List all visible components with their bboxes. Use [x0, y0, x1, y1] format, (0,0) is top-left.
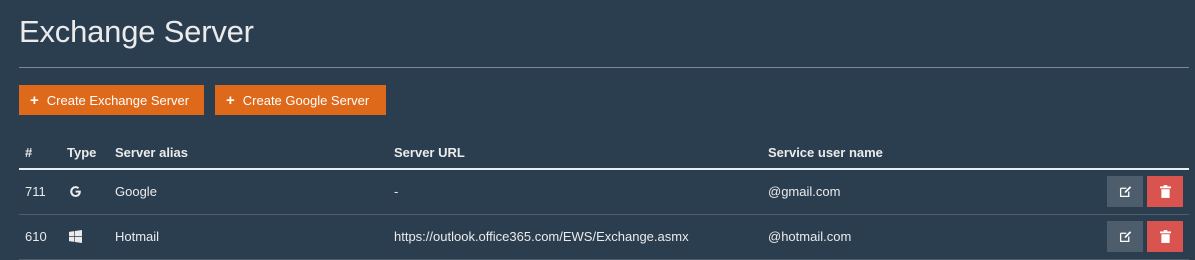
edit-icon	[1119, 186, 1131, 198]
row-alias: Hotmail	[115, 229, 160, 244]
delete-button[interactable]	[1147, 176, 1183, 207]
edit-button[interactable]	[1107, 221, 1143, 252]
title-divider	[19, 67, 1189, 68]
create-exchange-server-button[interactable]: + Create Exchange Server	[19, 85, 204, 115]
row-user: @hotmail.com	[768, 229, 852, 244]
create-google-server-label: Create Google Server	[242, 92, 370, 108]
google-icon	[67, 183, 83, 199]
row-user: @gmail.com	[768, 184, 841, 199]
plus-icon: +	[30, 91, 39, 109]
row-url: -	[394, 184, 399, 199]
table-row: 610 Hotmail https://outlook.office365.co…	[19, 215, 1189, 260]
row-url: https://outlook.office365.com/EWS/Exchan…	[394, 229, 689, 244]
table-header: # Type Server alias Server URL Service u…	[19, 140, 1189, 170]
row-id: 711	[25, 184, 46, 199]
plus-icon: +	[226, 91, 235, 109]
column-header-type[interactable]: Type	[67, 145, 96, 160]
table-row: 711 Google - @gmail.com	[19, 170, 1189, 215]
create-google-server-button[interactable]: + Create Google Server	[215, 85, 386, 115]
server-table: # Type Server alias Server URL Service u…	[19, 140, 1189, 260]
delete-button[interactable]	[1147, 221, 1183, 252]
windows-icon	[67, 228, 83, 244]
column-header-alias[interactable]: Server alias	[115, 145, 188, 160]
edit-button[interactable]	[1107, 176, 1143, 207]
column-header-url[interactable]: Server URL	[394, 145, 465, 160]
create-exchange-server-label: Create Exchange Server	[46, 92, 190, 108]
page-title: Exchange Server	[19, 14, 254, 49]
trash-icon	[1159, 230, 1171, 243]
column-header-user[interactable]: Service user name	[768, 145, 883, 160]
row-alias: Google	[115, 184, 157, 199]
row-id: 610	[25, 229, 47, 244]
edit-icon	[1119, 231, 1131, 243]
column-header-id[interactable]: #	[25, 145, 32, 160]
trash-icon	[1159, 185, 1171, 198]
